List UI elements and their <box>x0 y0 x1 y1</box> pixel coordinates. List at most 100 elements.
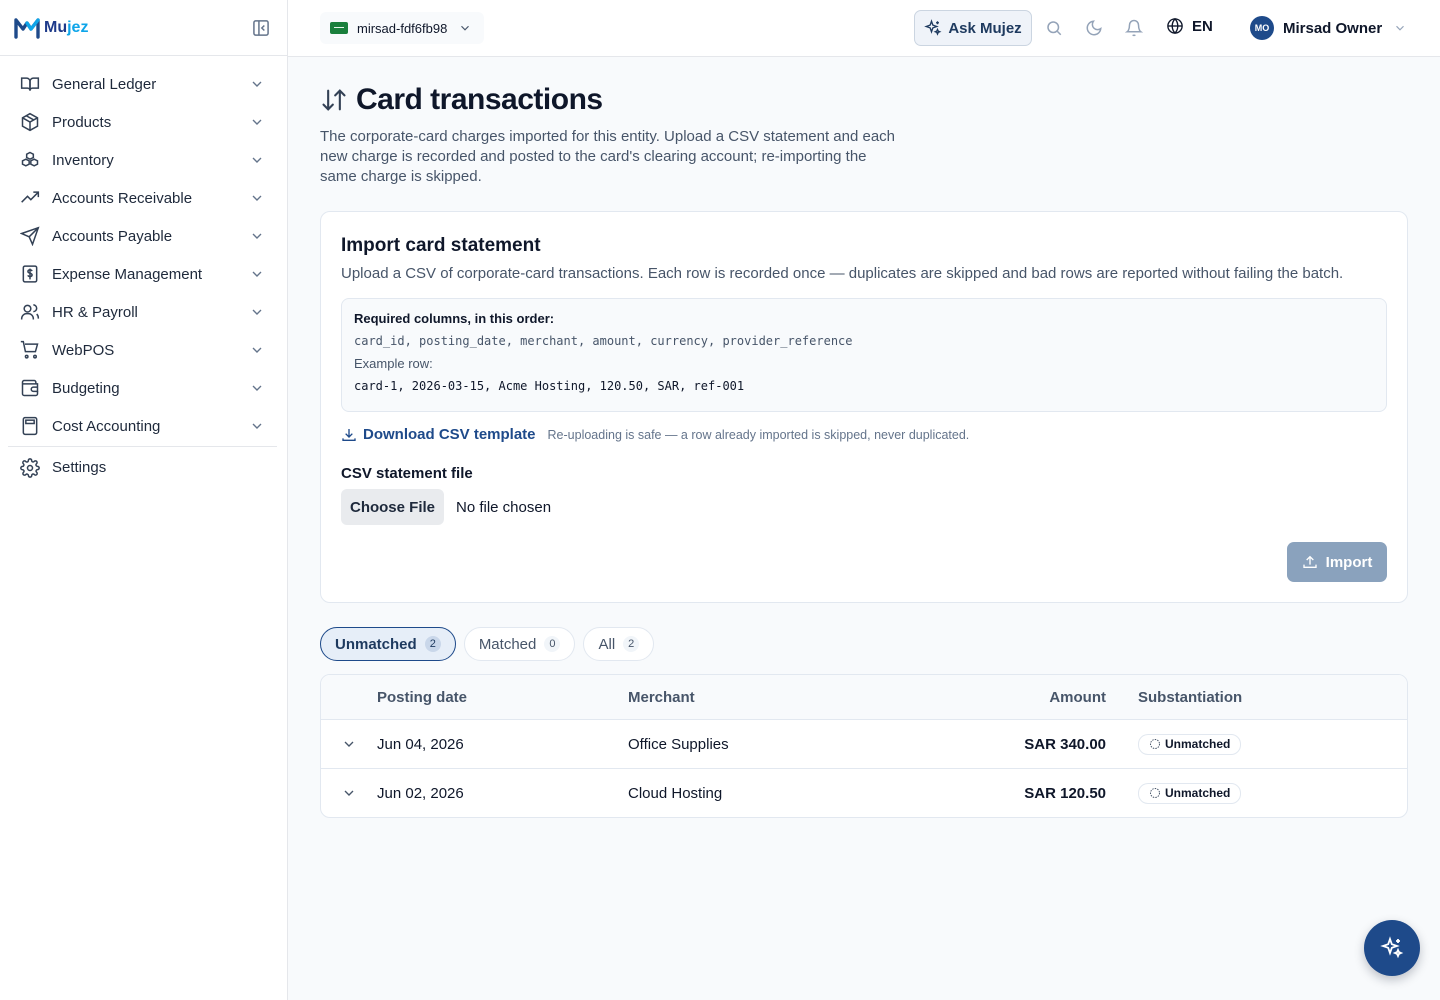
sidebar-item-label: General Ledger <box>52 75 157 93</box>
tab-label: Matched <box>478 635 537 653</box>
calculator-icon <box>22 416 38 436</box>
tab-all[interactable]: All 2 <box>583 627 655 661</box>
chevron-down-icon <box>252 309 262 315</box>
import-button[interactable]: Import <box>1287 542 1387 582</box>
user-menu[interactable]: MO Mirsad Owner <box>1250 16 1407 40</box>
download-row: Download CSV template Re-uploading is sa… <box>341 426 1387 443</box>
sidebar-item-products[interactable]: Products <box>8 103 279 141</box>
ask-mujez-button[interactable]: Ask Mujez <box>914 10 1032 46</box>
required-columns-list: card_id, posting_date, merchant, amount,… <box>354 334 853 348</box>
download-icon <box>342 428 356 441</box>
sidebar-item-budgeting[interactable]: Budgeting <box>8 369 279 407</box>
sidebar-item-inventory[interactable]: Inventory <box>8 141 279 179</box>
chevron-down-icon <box>252 423 262 429</box>
sidebar-item-label: Settings <box>52 459 107 476</box>
users-icon <box>20 304 40 320</box>
expand-chevron-icon[interactable] <box>341 785 357 801</box>
ai-assistant-fab[interactable] <box>1364 920 1420 976</box>
book-open-icon <box>20 77 40 91</box>
arrow-up-down-icon <box>322 89 346 111</box>
user-name: Mirsad Owner <box>1283 19 1383 37</box>
sidebar-nav: General Ledger Products Inventory Accoun… <box>0 56 287 487</box>
example-row: card-1, 2026-03-15, Acme Hosting, 120.50… <box>354 379 745 393</box>
entity-switcher[interactable]: mirsad-fdf6fb98 <box>320 12 484 44</box>
column-header-date[interactable]: Posting date <box>377 689 628 706</box>
moon-icon[interactable] <box>1085 19 1103 37</box>
chevron-down-icon <box>252 157 262 163</box>
wallet-icon <box>21 379 39 397</box>
tab-label: Unmatched <box>335 635 417 653</box>
status-badge: Unmatched <box>1138 782 1242 804</box>
column-header-merchant[interactable]: Merchant <box>628 689 928 706</box>
required-columns-heading: Required columns, in this order: <box>354 311 555 326</box>
sidebar-item-accounts-receivable[interactable]: Accounts Receivable <box>8 179 279 217</box>
column-header-amount[interactable]: Amount <box>928 689 1106 706</box>
download-template-link[interactable]: Download CSV template <box>341 426 536 443</box>
avatar: MO <box>1250 16 1274 40</box>
sparkles-icon <box>924 19 942 36</box>
status-badge: Unmatched <box>1138 733 1242 755</box>
table-row[interactable]: Jun 02, 2026 Cloud Hosting SAR 120.50 Un… <box>321 768 1407 817</box>
gear-icon <box>20 457 40 478</box>
row-date: Jun 02, 2026 <box>377 784 464 802</box>
dashed-circle-icon <box>1150 739 1160 749</box>
download-note: Re-uploading is safe — a row already imp… <box>547 427 970 442</box>
chevron-down-icon <box>252 233 262 239</box>
sidebar-item-label: Products <box>52 113 112 131</box>
sidebar-item-general-ledger[interactable]: General Ledger <box>8 65 279 103</box>
file-input: Choose File No file chosen <box>341 489 1387 525</box>
page-header: Card transactions <box>320 83 1408 117</box>
sidebar-header: Mujez <box>0 0 287 56</box>
mujez-logo-icon <box>14 17 40 39</box>
expand-chevron-icon[interactable] <box>341 736 357 752</box>
trending-up-icon <box>21 191 40 203</box>
chevron-down-icon <box>1396 25 1405 31</box>
status-label: Unmatched <box>1165 737 1231 751</box>
sidebar-item-expense-management[interactable]: Expense Management <box>8 255 279 293</box>
language-switcher[interactable]: EN <box>1166 17 1213 35</box>
import-card-title: Import card statement <box>341 235 541 256</box>
main-content: Card transactions The corporate-card cha… <box>320 57 1408 818</box>
transactions-table: Posting date Merchant Amount Substantiat… <box>320 674 1408 818</box>
bell-icon[interactable] <box>1125 19 1143 37</box>
sidebar-item-webpos[interactable]: WebPOS <box>8 331 279 369</box>
chevron-down-icon <box>252 271 262 277</box>
nav-divider <box>8 446 277 447</box>
chevron-down-icon <box>252 385 262 391</box>
sidebar-item-label: WebPOS <box>52 341 115 359</box>
chevron-down-icon <box>252 81 262 87</box>
tab-count: 2 <box>424 636 441 652</box>
ask-mujez-label: Ask Mujez <box>948 19 1022 37</box>
choose-file-button[interactable]: Choose File <box>341 489 444 525</box>
search-icon[interactable] <box>1045 19 1063 37</box>
import-label: Import <box>1325 553 1373 571</box>
topbar: mirsad-fdf6fb98 Ask Mujez EN MO Mirsad O… <box>288 0 1440 57</box>
dashed-circle-icon <box>1150 788 1160 798</box>
table-row[interactable]: Jun 04, 2026 Office Supplies SAR 340.00 … <box>321 719 1407 768</box>
sidebar-collapse-icon[interactable] <box>251 18 271 38</box>
sparkles-icon <box>1380 936 1404 959</box>
table-header: Posting date Merchant Amount Substantiat… <box>321 675 1407 719</box>
tab-matched[interactable]: Matched 0 <box>463 627 576 661</box>
upload-icon <box>1302 555 1317 568</box>
column-header-substantiation[interactable]: Substantiation <box>1106 689 1407 706</box>
sidebar-item-settings[interactable]: Settings <box>8 448 279 487</box>
row-amount: SAR 120.50 <box>1024 784 1106 802</box>
import-card: Import card statement Upload a CSV of co… <box>320 211 1408 603</box>
brand-logo[interactable]: Mujez <box>14 17 88 39</box>
tab-count: 2 <box>623 636 640 652</box>
brand-name: Mujez <box>44 18 89 36</box>
chevron-down-icon <box>252 119 262 125</box>
example-row-label: Example row: <box>354 356 433 371</box>
tab-unmatched[interactable]: Unmatched 2 <box>320 627 456 661</box>
sidebar-item-hr-payroll[interactable]: HR & Payroll <box>8 293 279 331</box>
sidebar-item-label: Accounts Payable <box>52 227 173 245</box>
page-title: Card transactions <box>356 83 603 116</box>
sidebar-item-cost-accounting[interactable]: Cost Accounting <box>8 407 279 445</box>
required-columns-box: Required columns, in this order: card_id… <box>341 298 1387 412</box>
sidebar-item-accounts-payable[interactable]: Accounts Payable <box>8 217 279 255</box>
cart-icon <box>20 340 39 359</box>
chevron-down-icon <box>252 347 262 353</box>
row-merchant: Cloud Hosting <box>628 784 723 802</box>
sidebar-item-label: Expense Management <box>52 265 203 283</box>
